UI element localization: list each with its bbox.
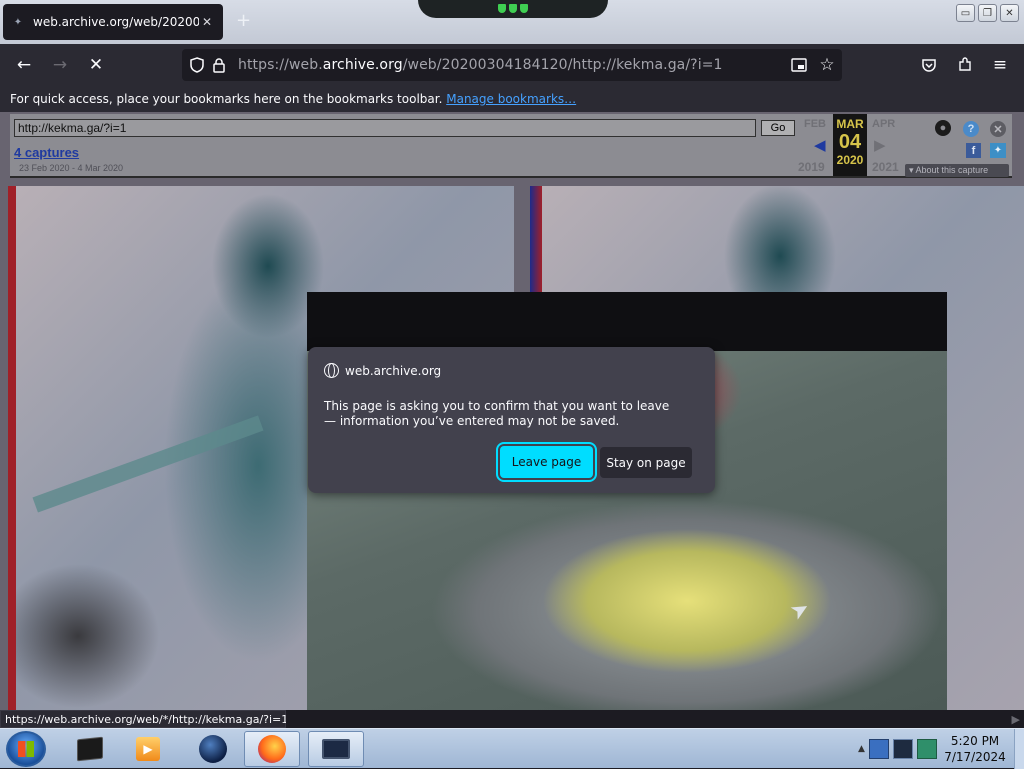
picture-in-picture-icon[interactable]: [788, 55, 810, 75]
clock-time: 5:20 PM: [950, 734, 1000, 748]
tray-display-icon[interactable]: [892, 739, 913, 759]
help-icon[interactable]: ?: [963, 121, 979, 137]
show-desktop-button[interactable]: [1014, 729, 1024, 769]
network-globe-icon: [199, 735, 227, 763]
active-day: 04: [838, 131, 862, 153]
stop-loading-icon[interactable]: ✕: [83, 53, 109, 77]
taskbar-clock[interactable]: 5:20 PM 7/17/2024: [940, 733, 1010, 765]
next-year-label: 2021: [872, 160, 899, 174]
facebook-icon[interactable]: f: [966, 143, 981, 158]
tab-strip: ✦ web.archive.org/web/20200304 ✕ + ▭ ❐ ✕: [0, 0, 1024, 44]
tab-close-button[interactable]: ✕: [199, 15, 215, 29]
wayback-toolbar: http://kekma.ga/?i=1 Go 4 captures 23 Fe…: [10, 114, 1012, 178]
restore-button[interactable]: ❐: [978, 4, 997, 22]
next-month-label: APR: [872, 118, 896, 130]
active-year: 2020: [836, 153, 864, 167]
tray-expand-icon[interactable]: ▲: [858, 744, 865, 754]
dialog-origin: web.archive.org: [324, 363, 441, 378]
active-capture-date: MAR 04 2020: [833, 114, 867, 176]
taskbar: ▶ ▲ 5:20 PM 7/17/2024: [0, 728, 1024, 769]
window-preview-icon: [322, 739, 350, 759]
prev-month-label[interactable]: FEB: [804, 118, 826, 130]
terminal-icon: [77, 736, 103, 762]
taskbar-app-media-player[interactable]: ▶: [120, 731, 176, 767]
media-player-icon: ▶: [136, 737, 160, 761]
stay-on-page-button[interactable]: Stay on page: [600, 447, 692, 478]
address-bar[interactable]: https://web.archive.org/web/202003041841…: [182, 49, 842, 81]
manage-bookmarks-link[interactable]: Manage bookmarks…: [446, 92, 576, 106]
prev-year-label[interactable]: 2019: [798, 160, 825, 174]
leave-page-button[interactable]: Leave page: [496, 442, 597, 482]
minimize-button[interactable]: ▭: [956, 4, 975, 22]
status-bar-url: https://web.archive.org/web/*/http://kek…: [0, 710, 288, 728]
forward-icon[interactable]: →: [47, 53, 73, 77]
pocket-icon[interactable]: [916, 53, 942, 77]
top-decoration: [418, 0, 608, 18]
shield-icon[interactable]: [186, 55, 208, 75]
clock-date: 7/17/2024: [944, 750, 1006, 764]
url-text[interactable]: https://web.archive.org/web/202003041841…: [238, 57, 723, 73]
captures-link[interactable]: 4 captures: [14, 145, 79, 160]
star-icon[interactable]: ☆: [816, 55, 838, 75]
bookmarks-toolbar: For quick access, place your bookmarks h…: [0, 86, 1024, 112]
navigation-toolbar: ← → ✕ https://web.archive.org/web/202003…: [0, 44, 1024, 86]
dialog-host-text: web.archive.org: [345, 363, 442, 378]
about-capture-button[interactable]: ▾ About this capture: [905, 164, 1009, 177]
horizontal-scrollbar[interactable]: ▶: [286, 710, 1024, 728]
system-tray: ▲: [858, 731, 938, 767]
tab-title: web.archive.org/web/20200304: [33, 15, 199, 29]
taskbar-app-globe[interactable]: [185, 731, 241, 767]
dialog-message: This page is asking you to confirm that …: [324, 399, 670, 428]
account-icon[interactable]: ●: [935, 120, 951, 136]
extensions-icon[interactable]: [952, 53, 978, 77]
menu-icon[interactable]: ≡: [987, 53, 1013, 77]
scroll-right-icon[interactable]: ▶: [1012, 713, 1020, 726]
globe-icon: [324, 363, 339, 378]
next-capture-arrow-icon: ▶: [874, 137, 886, 154]
start-button[interactable]: [6, 731, 46, 767]
twitter-icon[interactable]: ✦: [990, 143, 1006, 158]
taskbar-app-firefox[interactable]: [244, 731, 300, 767]
active-month: MAR: [836, 117, 864, 131]
close-window-button[interactable]: ✕: [1000, 4, 1019, 22]
back-icon[interactable]: ←: [11, 53, 37, 77]
prev-capture-arrow-icon[interactable]: ◀: [814, 136, 826, 154]
tray-network-icon[interactable]: [868, 739, 889, 759]
windows-logo-icon: [18, 741, 34, 757]
tray-app-icon[interactable]: [916, 739, 937, 759]
taskbar-app-window[interactable]: [308, 731, 364, 767]
wayback-go-button[interactable]: Go: [761, 120, 795, 136]
capture-range: 23 Feb 2020 - 4 Mar 2020: [19, 163, 124, 173]
firefox-icon: [258, 735, 286, 763]
taskbar-app-terminal[interactable]: [62, 731, 118, 767]
new-tab-button[interactable]: +: [236, 12, 251, 30]
close-toolbar-icon[interactable]: ✕: [990, 121, 1006, 137]
wayback-url-input[interactable]: http://kekma.ga/?i=1: [14, 119, 756, 137]
lock-icon[interactable]: [208, 55, 230, 75]
page-content: http://kekma.ga/?i=1 Go 4 captures 23 Fe…: [0, 112, 1024, 710]
browser-tab[interactable]: ✦ web.archive.org/web/20200304 ✕: [3, 4, 223, 40]
bookmarks-message: For quick access, place your bookmarks h…: [10, 92, 443, 106]
loading-icon: ✦: [13, 16, 23, 28]
